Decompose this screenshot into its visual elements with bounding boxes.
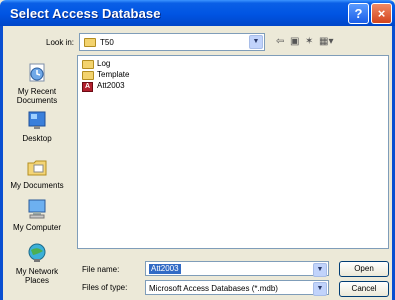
place-label: My Documents <box>10 181 64 190</box>
file-name-label: File name: <box>82 265 120 274</box>
file-name-value: Att2003 <box>149 264 181 274</box>
back-icon[interactable]: ⇦ <box>276 36 284 47</box>
place-label: Desktop <box>22 134 52 143</box>
place-my-documents[interactable]: My Documents <box>3 156 71 190</box>
file-list[interactable]: Log Template A Att2003 <box>77 55 389 249</box>
file-name-input[interactable]: Att2003 ▼ <box>145 261 329 277</box>
recent-documents-icon <box>25 62 49 84</box>
access-database-icon: A <box>82 82 93 92</box>
chevron-down-icon[interactable]: ▼ <box>249 35 263 49</box>
place-label: My Computer <box>12 223 61 232</box>
place-label: My Recent Documents <box>16 87 58 105</box>
folder-icon <box>82 71 94 80</box>
open-button[interactable]: Open <box>339 261 389 277</box>
folder-icon <box>84 38 96 47</box>
file-type-value: Microsoft Access Databases (*.mdb) <box>149 284 278 293</box>
file-type-label: Files of type: <box>82 283 128 292</box>
my-documents-icon <box>25 156 49 178</box>
file-type-dropdown[interactable]: Microsoft Access Databases (*.mdb) ▼ <box>145 280 329 296</box>
places-bar: My Recent Documents Desktop My Documents… <box>3 52 71 300</box>
chevron-down-icon[interactable]: ▼ <box>313 282 327 296</box>
cancel-button[interactable]: Cancel <box>339 281 389 297</box>
window-title: Select Access Database <box>10 6 161 21</box>
my-computer-icon <box>25 198 49 220</box>
up-folder-icon[interactable]: ▣ <box>290 36 299 47</box>
new-folder-icon[interactable]: ✶ <box>305 36 313 47</box>
network-places-icon <box>25 242 49 264</box>
help-button[interactable]: ? <box>348 3 369 24</box>
chevron-down-icon[interactable]: ▼ <box>313 263 327 277</box>
place-label: My Network Places <box>15 267 59 285</box>
place-my-recent-documents[interactable]: My Recent Documents <box>3 62 71 105</box>
place-my-network-places[interactable]: My Network Places <box>3 242 71 285</box>
look-in-label: Look in: <box>46 38 75 47</box>
place-my-computer[interactable]: My Computer <box>3 198 71 232</box>
close-button[interactable]: × <box>371 3 392 24</box>
desktop-icon <box>25 109 49 131</box>
file-name: Att2003 <box>97 81 125 90</box>
views-menu-icon[interactable]: ▦▾ <box>319 36 333 47</box>
title-bar[interactable]: Select Access Database ? × <box>0 0 395 26</box>
place-desktop[interactable]: Desktop <box>3 109 71 143</box>
file-name: Template <box>97 70 130 79</box>
look-in-dropdown[interactable]: T50 ▼ <box>79 33 265 51</box>
look-in-value: T50 <box>100 38 114 47</box>
file-name: Log <box>97 59 111 68</box>
folder-icon <box>82 60 94 69</box>
